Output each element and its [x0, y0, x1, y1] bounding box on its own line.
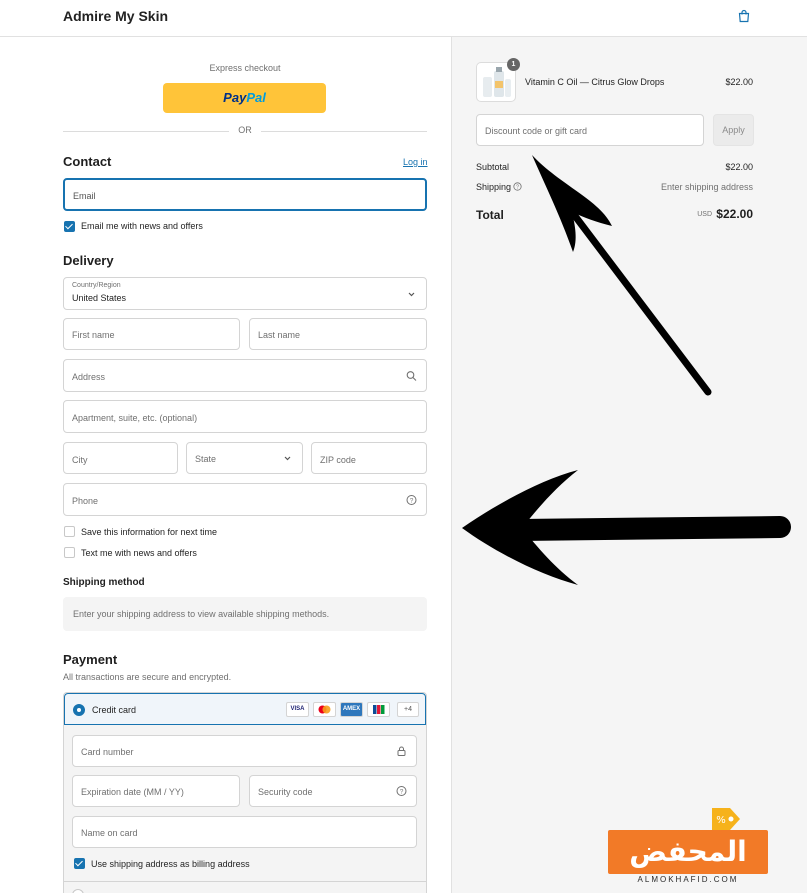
jcb-icon	[367, 702, 390, 717]
paypal-logo-pal: Pal	[246, 90, 266, 105]
phone-placeholder: Phone	[72, 496, 99, 506]
total-value: $22.00	[716, 207, 753, 221]
city-placeholder: City	[72, 455, 88, 465]
save-info-checkbox[interactable]	[64, 526, 75, 537]
watermark-arabic: المحفض	[608, 830, 768, 874]
paypal-logo-pay: Pay	[223, 90, 247, 105]
country-label: Country/Region	[72, 282, 121, 289]
product-price: $22.00	[725, 77, 753, 87]
watermark-latin: ALMOKHAFID.COM	[637, 875, 739, 884]
card-number-field[interactable]: Card number	[72, 735, 417, 767]
first-name-field[interactable]: First name	[63, 318, 240, 350]
watermark-logo: % المحفض ALMOKHAFID.COM	[608, 800, 768, 886]
amex-icon: AMEX	[340, 702, 363, 717]
credit-card-radio[interactable]	[73, 704, 85, 716]
country-value: United States	[72, 293, 127, 303]
svg-text:?: ?	[516, 185, 519, 191]
expiry-placeholder: Expiration date (MM / YY)	[81, 787, 184, 797]
text-me-label: Text me with news and offers	[81, 548, 197, 558]
address-placeholder: Address	[72, 372, 106, 382]
subtotal-value: $22.00	[725, 162, 753, 172]
help-circle-icon[interactable]: ?	[406, 494, 417, 505]
apartment-placeholder: Apartment, suite, etc. (optional)	[72, 413, 198, 423]
security-code-field[interactable]: Security code ?	[249, 775, 417, 807]
last-name-placeholder: Last name	[258, 330, 301, 340]
login-link[interactable]: Log in	[403, 157, 428, 167]
more-cards-badge[interactable]: +4	[397, 702, 419, 717]
help-circle-icon[interactable]: ?	[513, 182, 522, 191]
header: Admire My Skin	[0, 0, 807, 37]
card-number-placeholder: Card number	[81, 747, 134, 757]
shipping-value: Enter shipping address	[660, 182, 753, 192]
apply-button[interactable]: Apply	[713, 114, 754, 146]
email-news-checkbox[interactable]	[64, 221, 75, 232]
city-field[interactable]: City	[63, 442, 178, 474]
mastercard-icon	[313, 702, 336, 717]
help-circle-icon[interactable]: ?	[396, 786, 407, 797]
chevron-down-icon	[284, 456, 291, 461]
shipping-method-title: Shipping method	[63, 577, 145, 588]
checkout-form: Express checkout PayPal OR Contact Log i…	[0, 37, 451, 893]
shipping-method-note: Enter your shipping address to view avai…	[73, 609, 330, 619]
payment-note: All transactions are secure and encrypte…	[63, 672, 232, 682]
or-divider: OR	[63, 125, 427, 137]
svg-text:%: %	[716, 815, 726, 826]
name-on-card-field[interactable]: Name on card	[72, 816, 417, 848]
email-news-label: Email me with news and offers	[81, 221, 203, 231]
paypal-radio[interactable]	[72, 889, 84, 893]
visa-icon: VISA	[286, 702, 309, 717]
billing-same-checkbox[interactable]	[74, 858, 85, 869]
credit-card-label: Credit card	[92, 705, 137, 715]
phone-field[interactable]: Phone ?	[63, 483, 427, 516]
lock-icon	[397, 746, 406, 756]
last-name-field[interactable]: Last name	[249, 318, 427, 350]
store-brand[interactable]: Admire My Skin	[63, 8, 168, 24]
subtotal-label: Subtotal	[476, 162, 510, 172]
credit-card-option[interactable]: Credit card VISA AMEX +4	[64, 693, 426, 725]
or-label: OR	[238, 125, 252, 135]
shopping-bag-icon[interactable]	[737, 9, 751, 23]
contact-title: Contact	[63, 154, 112, 169]
zip-field[interactable]: ZIP code	[311, 442, 427, 474]
svg-text:?: ?	[410, 497, 414, 504]
country-select[interactable]: Country/Region United States	[63, 277, 427, 310]
zip-placeholder: ZIP code	[320, 455, 356, 465]
apartment-field[interactable]: Apartment, suite, etc. (optional)	[63, 400, 427, 433]
name-on-card-placeholder: Name on card	[81, 828, 138, 838]
discount-input[interactable]: Discount code or gift card	[476, 114, 704, 146]
payment-methods: Credit card VISA AMEX +4 Card number Exp…	[63, 692, 427, 893]
state-select[interactable]: State	[186, 442, 303, 474]
billing-same-label: Use shipping address as billing address	[91, 859, 250, 869]
first-name-placeholder: First name	[72, 330, 115, 340]
product-name: Vitamin C Oil — Citrus Glow Drops	[525, 77, 665, 87]
shipping-label: Shipping	[476, 182, 512, 192]
checkout-page: Admire My Skin Express checkout PayPal O…	[0, 0, 807, 893]
paypal-button[interactable]: PayPal	[163, 83, 326, 113]
security-code-placeholder: Security code	[258, 787, 313, 797]
total-label: Total	[476, 208, 504, 222]
shipping-method-placeholder: Enter your shipping address to view avai…	[63, 597, 427, 631]
expiry-field[interactable]: Expiration date (MM / YY)	[72, 775, 240, 807]
search-icon	[406, 370, 417, 381]
email-field[interactable]: Email	[63, 178, 427, 211]
discount-placeholder: Discount code or gift card	[485, 126, 588, 136]
delivery-title: Delivery	[63, 253, 114, 268]
payment-title: Payment	[63, 652, 118, 667]
express-checkout-label: Express checkout	[209, 63, 281, 73]
total-currency: USD	[697, 211, 712, 218]
save-info-label: Save this information for next time	[81, 527, 218, 537]
svg-text:?: ?	[400, 789, 404, 796]
text-me-checkbox[interactable]	[64, 547, 75, 558]
quantity-badge: 1	[507, 58, 520, 71]
order-summary: 1 Vitamin C Oil — Citrus Glow Drops $22.…	[451, 37, 807, 893]
state-placeholder: State	[195, 454, 217, 464]
email-placeholder: Email	[73, 191, 96, 201]
address-field[interactable]: Address	[63, 359, 427, 392]
chevron-down-icon	[408, 292, 415, 296]
